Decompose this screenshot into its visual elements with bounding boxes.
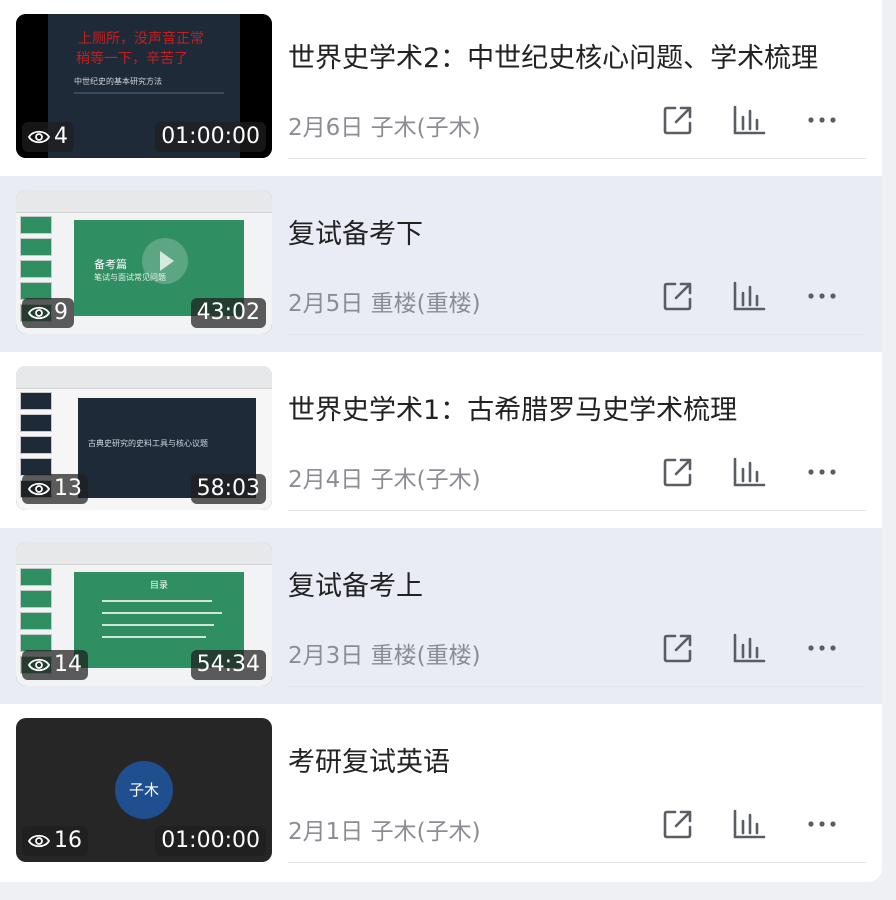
thumbnail-subtitle: 中世纪史的基本研究方法: [74, 77, 162, 86]
video-date: 2月4日: [288, 467, 364, 493]
row-divider: [288, 334, 866, 335]
more-dots-icon: [808, 293, 836, 299]
video-title[interactable]: 考研复试英语: [288, 740, 450, 779]
stats-button[interactable]: [731, 278, 767, 314]
video-title[interactable]: 复试备考下: [288, 212, 423, 251]
eye-icon: [28, 834, 50, 848]
video-author: 重楼(重楼): [370, 643, 481, 669]
duration-badge: 43:02: [190, 298, 266, 328]
video-thumbnail[interactable]: 上厕所，没声音正常 稍等一下，辛苦了 中世纪史的基本研究方法 4 01:00:0…: [16, 14, 272, 158]
video-thumbnail[interactable]: 目录 14 54:34: [16, 542, 272, 686]
video-item[interactable]: 子木 16 01:00:00 考研复试英语 2月1日 子木(子木): [0, 704, 882, 880]
view-count: 14: [22, 650, 88, 680]
share-button[interactable]: [660, 806, 696, 842]
view-count-value: 16: [54, 828, 82, 853]
video-date: 2月6日: [288, 115, 364, 141]
stats-button[interactable]: [731, 630, 767, 666]
more-dots-icon: [808, 821, 836, 827]
eye-icon: [28, 306, 50, 320]
play-overlay-icon: [142, 238, 188, 284]
thumbnail-text: 上厕所，没声音正常: [78, 31, 204, 47]
view-count-value: 9: [54, 300, 68, 325]
video-item[interactable]: 备考篇 笔试与面试常见问题 9 43:02 复试备考下 2月5日 重楼(重楼): [0, 176, 882, 352]
video-item[interactable]: 上厕所，没声音正常 稍等一下，辛苦了 中世纪史的基本研究方法 4 01:00:0…: [0, 0, 882, 176]
view-count-value: 14: [54, 652, 82, 677]
video-date: 2月1日: [288, 819, 364, 845]
more-button[interactable]: [804, 102, 840, 138]
share-button[interactable]: [660, 278, 696, 314]
bar-chart-icon: [733, 105, 766, 135]
share-icon: [663, 634, 692, 663]
row-divider: [288, 686, 866, 687]
video-thumbnail[interactable]: 备考篇 笔试与面试常见问题 9 43:02: [16, 190, 272, 334]
view-count-value: 13: [54, 476, 82, 501]
video-thumbnail[interactable]: 子木 16 01:00:00: [16, 718, 272, 862]
row-divider: [288, 158, 866, 159]
video-date: 2月5日: [288, 291, 364, 317]
eye-icon: [28, 658, 50, 672]
duration-badge: 01:00:00: [155, 122, 266, 152]
video-meta: 2月6日 子木(子木): [288, 108, 481, 142]
bar-chart-icon: [733, 809, 766, 839]
duration-badge: 58:03: [190, 474, 266, 504]
share-icon: [663, 458, 692, 487]
bar-chart-icon: [733, 633, 766, 663]
avatar: 子木: [115, 761, 173, 819]
share-icon: [663, 282, 692, 311]
eye-icon: [28, 130, 50, 144]
video-title[interactable]: 世界史学术1：古希腊罗马史学术梳理: [288, 388, 737, 427]
video-date: 2月3日: [288, 643, 364, 669]
view-count: 9: [22, 298, 74, 328]
video-author: 子木(子木): [370, 819, 481, 845]
view-count: 13: [22, 474, 88, 504]
more-dots-icon: [808, 469, 836, 475]
view-count: 4: [22, 122, 74, 152]
video-title[interactable]: 世界史学术2：中世纪史核心问题、学术梳理: [288, 36, 818, 75]
duration-badge: 54:34: [190, 650, 266, 680]
thumbnail-slide-title: 目录: [150, 581, 169, 591]
thumbnail-text: 稍等一下，辛苦了: [76, 51, 188, 67]
more-button[interactable]: [804, 454, 840, 490]
view-count: 16: [22, 826, 88, 856]
more-dots-icon: [808, 645, 836, 651]
row-divider: [288, 862, 866, 863]
video-meta: 2月4日 子木(子木): [288, 460, 481, 494]
bar-chart-icon: [733, 457, 766, 487]
video-item[interactable]: 目录 14 54:34 复试备考上 2月3日 重楼(重楼): [0, 528, 882, 704]
share-button[interactable]: [660, 630, 696, 666]
video-meta: 2月5日 重楼(重楼): [288, 284, 481, 318]
view-count-value: 4: [54, 124, 68, 149]
stats-button[interactable]: [731, 806, 767, 842]
thumbnail-slide-title: 古典史研究的史料工具与核心议题: [88, 439, 208, 448]
video-author: 重楼(重楼): [370, 291, 481, 317]
more-button[interactable]: [804, 278, 840, 314]
more-button[interactable]: [804, 806, 840, 842]
stats-button[interactable]: [731, 454, 767, 490]
share-icon: [663, 810, 692, 839]
video-item[interactable]: 古典史研究的史料工具与核心议题 13 58:03 世界史学术1：古希腊罗马史学术…: [0, 352, 882, 528]
more-button[interactable]: [804, 630, 840, 666]
thumbnail-slide-title: 备考篇: [94, 258, 127, 271]
video-author: 子木(子木): [370, 467, 481, 493]
share-button[interactable]: [660, 454, 696, 490]
more-dots-icon: [808, 117, 836, 123]
video-meta: 2月1日 子木(子木): [288, 812, 481, 846]
bar-chart-icon: [733, 281, 766, 311]
stats-button[interactable]: [731, 102, 767, 138]
video-title[interactable]: 复试备考上: [288, 564, 423, 603]
row-divider: [288, 510, 866, 511]
video-list-panel: 上厕所，没声音正常 稍等一下，辛苦了 中世纪史的基本研究方法 4 01:00:0…: [0, 0, 882, 882]
video-meta: 2月3日 重楼(重楼): [288, 636, 481, 670]
duration-badge: 01:00:00: [155, 826, 266, 856]
eye-icon: [28, 482, 50, 496]
share-button[interactable]: [660, 102, 696, 138]
share-icon: [663, 106, 692, 135]
video-thumbnail[interactable]: 古典史研究的史料工具与核心议题 13 58:03: [16, 366, 272, 510]
video-author: 子木(子木): [370, 115, 481, 141]
